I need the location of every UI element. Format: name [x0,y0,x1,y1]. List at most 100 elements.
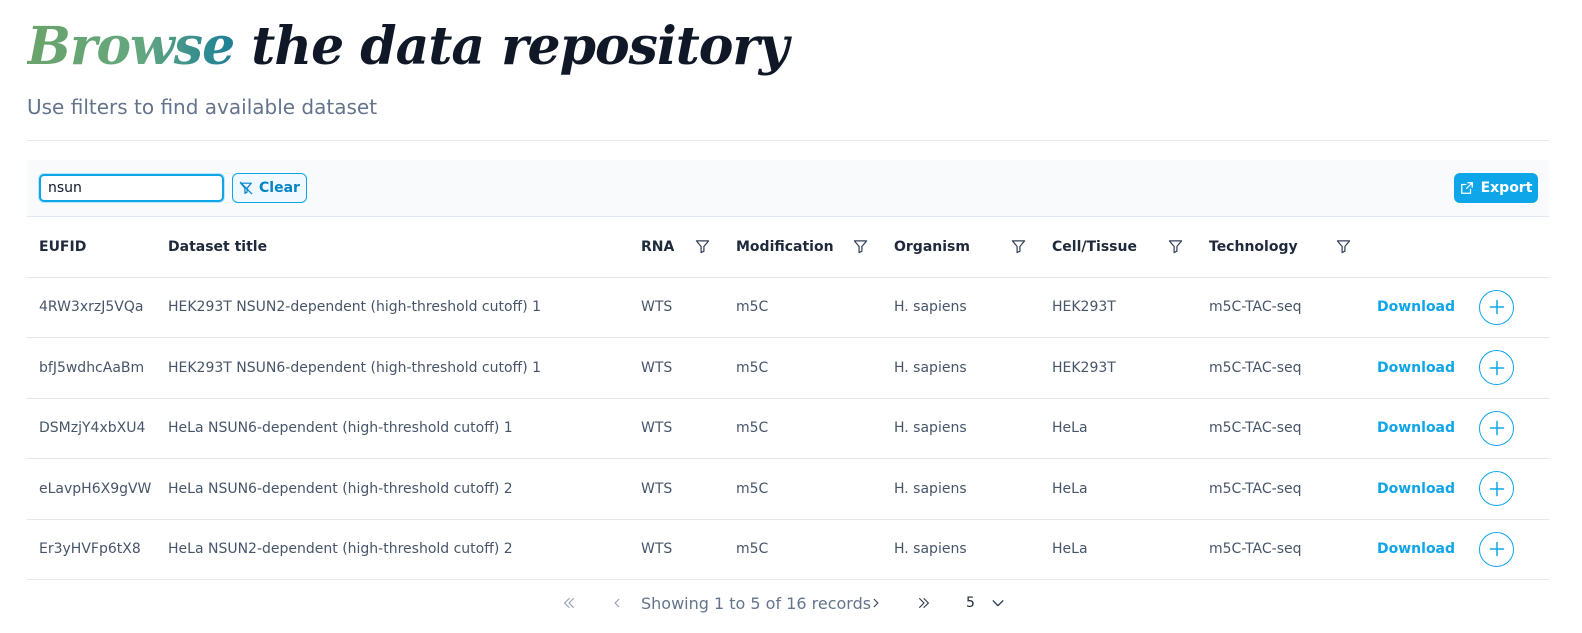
prev-page-button[interactable] [606,588,628,618]
download-link[interactable]: Download [1377,360,1455,376]
chevron-left-icon [611,597,623,609]
filter-icon[interactable] [1336,239,1351,254]
cell-download: Download [1365,399,1467,459]
export-button[interactable]: Export [1454,173,1538,203]
cell-technology: m5C-TAC-seq [1197,459,1365,520]
column-header-label: Modification [736,238,834,255]
cell-cell-tissue: HeLa [1040,520,1197,580]
add-button[interactable] [1479,531,1514,567]
column-header-technology: Technology [1197,217,1365,278]
cell-organism: H. sapiens [882,520,1040,580]
cell-add [1467,520,1549,580]
paginator: Showing 1 to 5 of 16 records 5 [0,588,1582,618]
rows-per-page-select[interactable]: 5 [958,588,1038,618]
cell-title: HeLa NSUN2-dependent (high-threshold cut… [156,520,629,580]
external-link-icon [1460,181,1474,195]
cell-rna: WTS [629,459,724,520]
column-header-cell-tissue: Cell/Tissue [1040,217,1197,278]
cell-modification: m5C [724,399,882,459]
cell-technology: m5C-TAC-seq [1197,399,1365,459]
cell-organism: H. sapiens [882,338,1040,399]
cell-add [1467,399,1549,459]
column-header-add [1467,217,1549,278]
cell-eufid: DSMzjY4xbXU4 [27,399,156,459]
download-link[interactable]: Download [1377,481,1455,497]
cell-technology: m5C-TAC-seq [1197,338,1365,399]
filter-icon[interactable] [1011,239,1026,254]
download-link[interactable]: Download [1377,541,1455,557]
column-header-label: Cell/Tissue [1052,238,1137,255]
search-input[interactable] [39,174,224,202]
add-button[interactable] [1479,410,1514,446]
plus-icon [1489,360,1505,376]
chevron-right-icon [870,597,882,609]
rows-per-page-value: 5 [966,595,975,611]
add-button[interactable] [1479,350,1514,386]
column-header-organism: Organism [882,217,1040,278]
cell-rna: WTS [629,399,724,459]
plus-icon [1489,420,1505,436]
dataset-table: EUFID Dataset title RNA Modification Org… [27,217,1549,580]
double-chevron-left-icon [562,596,576,610]
plus-icon [1489,299,1505,315]
cell-add [1467,459,1549,520]
column-header-label: Dataset title [168,238,268,255]
cell-add [1467,278,1549,338]
double-chevron-right-icon [917,596,931,610]
cell-cell-tissue: HEK293T [1040,338,1197,399]
page-subtitle: Use filters to find available dataset [27,95,378,119]
add-button[interactable] [1479,471,1514,507]
cell-organism: H. sapiens [882,278,1040,338]
cell-modification: m5C [724,278,882,338]
cell-download: Download [1365,278,1467,338]
page-title-rest: the data repository [234,16,789,77]
column-header-modification: Modification [724,217,882,278]
download-link[interactable]: Download [1377,299,1455,315]
cell-title: HEK293T NSUN2-dependent (high-threshold … [156,278,629,338]
cell-technology: m5C-TAC-seq [1197,278,1365,338]
filter-icon[interactable] [1168,239,1183,254]
filter-icon[interactable] [695,239,710,254]
cell-eufid: bfJ5wdhcAaBm [27,338,156,399]
cell-rna: WTS [629,278,724,338]
column-header-label: Technology [1209,238,1298,255]
filter-icon[interactable] [853,239,868,254]
chevron-down-icon [991,596,1005,610]
next-page-button[interactable] [865,588,887,618]
first-page-button[interactable] [558,588,580,618]
last-page-button[interactable] [912,588,936,618]
cell-title: HEK293T NSUN6-dependent (high-threshold … [156,338,629,399]
page-title-accent: Browse [27,16,235,77]
cell-eufid: 4RW3xrzJ5VQa [27,278,156,338]
column-header-rna: RNA [629,217,724,278]
cell-cell-tissue: HeLa [1040,399,1197,459]
cell-modification: m5C [724,459,882,520]
clear-button-label: Clear [259,180,300,196]
clear-filters-button[interactable]: Clear [232,173,307,203]
column-header-eufid: EUFID [27,217,156,278]
column-header-download [1365,217,1467,278]
download-link[interactable]: Download [1377,420,1455,436]
export-button-label: Export [1480,180,1533,196]
column-header-label: EUFID [39,238,87,255]
cell-rna: WTS [629,338,724,399]
cell-add [1467,338,1549,399]
cell-modification: m5C [724,520,882,580]
cell-title: HeLa NSUN6-dependent (high-threshold cut… [156,459,629,520]
cell-technology: m5C-TAC-seq [1197,520,1365,580]
cell-organism: H. sapiens [882,459,1040,520]
cell-title: HeLa NSUN6-dependent (high-threshold cut… [156,399,629,459]
cell-organism: H. sapiens [882,399,1040,459]
plus-icon [1489,541,1505,557]
add-button[interactable] [1479,289,1514,325]
page-title: Browse the data repository [27,14,789,80]
cell-modification: m5C [724,338,882,399]
column-header-title: Dataset title [156,217,629,278]
cell-download: Download [1365,459,1467,520]
column-header-label: RNA [641,238,675,255]
filter-slash-icon [239,181,253,195]
plus-icon [1489,481,1505,497]
cell-cell-tissue: HEK293T [1040,278,1197,338]
table-toolbar: Clear Export [27,160,1549,217]
header-divider [27,140,1549,141]
